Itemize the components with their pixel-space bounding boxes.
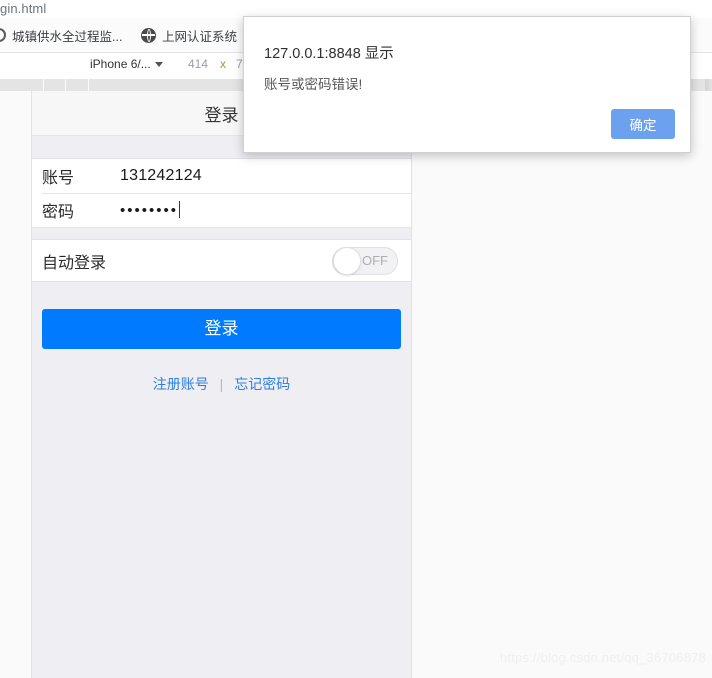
toggle-knob-icon <box>333 246 361 275</box>
alert-message-text: 账号或密码错误! <box>264 77 363 92</box>
bookmark-label: 上网认证系统 <box>162 29 238 44</box>
password-field-label: 密码 <box>42 204 75 221</box>
viewport-width-input[interactable]: 414 <box>188 57 208 71</box>
bookmark-item-network-auth[interactable]: 上网认证系统 <box>141 25 237 45</box>
account-field-row[interactable]: 账号 131242124 <box>32 159 411 193</box>
forgot-password-link[interactable]: 忘记密码 <box>234 376 290 392</box>
auto-login-toggle[interactable]: OFF <box>332 246 398 275</box>
ruler-segment <box>44 79 66 91</box>
circle-favicon-icon <box>0 28 6 42</box>
register-account-link[interactable]: 注册账号 <box>153 376 209 392</box>
text-cursor-icon <box>179 200 181 218</box>
ruler-edge-shadow <box>705 79 712 91</box>
auto-login-group: 自动登录 OFF <box>32 239 411 282</box>
ruler-segment <box>0 79 44 91</box>
account-field-label: 账号 <box>42 170 75 187</box>
globe-favicon-icon <box>141 27 156 43</box>
password-masked-value: •••••••• <box>120 201 179 219</box>
toggle-state-label: OFF <box>362 252 388 268</box>
chevron-down-icon <box>154 61 163 67</box>
password-field-row[interactable]: 密码 •••••••• <box>32 193 411 227</box>
device-preset-dropdown[interactable]: iPhone 6/... <box>90 57 163 71</box>
link-separator: | <box>219 376 224 392</box>
page-title: 登录 <box>204 105 239 125</box>
auto-login-row[interactable]: 自动登录 OFF <box>32 240 411 281</box>
alert-ok-button[interactable]: 确定 <box>611 109 675 139</box>
auth-links-row: 注册账号 | 忘记密码 <box>32 374 411 394</box>
browser-tab-title[interactable]: gin.html <box>0 0 46 18</box>
viewport-height-input[interactable]: 7 <box>236 57 243 71</box>
alert-origin-text: 127.0.0.1:8848 显示 <box>264 46 394 62</box>
bookmark-item-water-supply[interactable]: 城镇供水全过程监... <box>0 25 122 45</box>
javascript-alert-dialog: 127.0.0.1:8848 显示 账号或密码错误! 确定 <box>243 16 691 153</box>
login-button[interactable]: 登录 <box>42 309 401 349</box>
account-input[interactable]: 131242124 <box>120 167 411 185</box>
ruler-segment <box>66 79 89 91</box>
watermark-text: https://blog.csdn.net/qq_36706878 <box>499 650 706 665</box>
dimension-separator-icon: x <box>220 57 226 71</box>
device-preset-label: iPhone 6/... <box>90 57 151 71</box>
emulated-phone-viewport: 登录 账号 131242124 密码 •••••••• 自动登录 OFF 登录 … <box>31 91 412 678</box>
bookmark-label: 城镇供水全过程监... <box>12 29 123 44</box>
credentials-form-group: 账号 131242124 密码 •••••••• <box>32 158 411 228</box>
auto-login-label: 自动登录 <box>42 254 107 272</box>
password-input[interactable]: •••••••• <box>120 200 411 220</box>
